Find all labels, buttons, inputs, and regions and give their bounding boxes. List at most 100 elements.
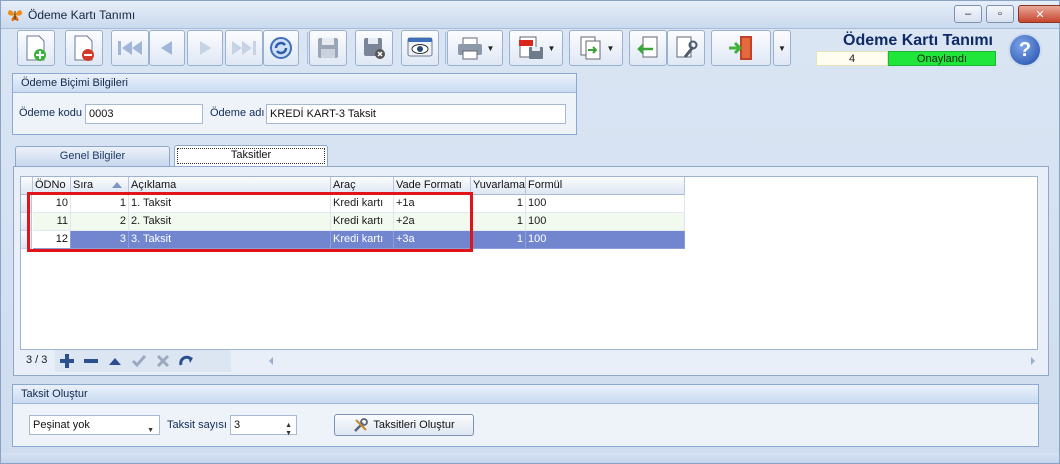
next-icon: [200, 41, 211, 55]
annotation-highlight-box: [27, 192, 473, 252]
prev-record-button[interactable]: [149, 30, 185, 66]
window-title: Ödeme Kartı Tanımı: [28, 8, 136, 22]
next-record-button[interactable]: [187, 30, 223, 66]
cancel-row-button[interactable]: [153, 352, 173, 370]
preview-button[interactable]: [401, 30, 439, 66]
column-header-sira-label: Sıra: [73, 179, 94, 191]
first-icon: [118, 41, 142, 55]
payment-name-label: Ödeme adı: [210, 107, 265, 119]
check-icon: [131, 355, 147, 368]
settings-button[interactable]: [667, 30, 705, 66]
record-position: 3 / 3: [26, 354, 48, 366]
cell-yuvarlama[interactable]: 1: [471, 195, 526, 213]
toolbar-separator: [307, 32, 308, 64]
add-icon: [60, 354, 74, 368]
scroll-right-icon: [1031, 357, 1035, 365]
payment-info-title: Ödeme Biçimi Bilgileri: [13, 74, 576, 93]
title-bar: Ödeme Kartı Tanımı – ▫ ✕: [1, 1, 1060, 29]
last-record-button[interactable]: [225, 30, 263, 66]
save-cancel-icon: [364, 38, 385, 59]
chevron-down-icon: ▼: [547, 43, 556, 53]
preview-icon: [407, 37, 433, 57]
doc-add-icon: [26, 35, 46, 61]
minimize-button[interactable]: –: [954, 5, 982, 23]
toolbar-separator: [445, 32, 446, 64]
first-record-button[interactable]: [111, 30, 149, 66]
down-payment-value: Peşinat yok: [33, 419, 90, 431]
up-icon: [109, 358, 121, 365]
payment-code-label: Ödeme kodu: [19, 107, 82, 119]
delete-record-button[interactable]: [65, 30, 103, 66]
confirm-row-button[interactable]: [129, 352, 149, 370]
close-button[interactable]: ✕: [1018, 5, 1060, 23]
record-count: 4: [816, 51, 888, 66]
refresh-button[interactable]: [263, 30, 299, 66]
cell-formul[interactable]: 100: [526, 213, 685, 231]
payment-name-input[interactable]: KREDİ KART-3 Taksit: [266, 104, 566, 124]
down-payment-select[interactable]: Peşinat yok ▼: [29, 415, 160, 435]
redo-button[interactable]: [177, 352, 197, 370]
sort-ascending-icon: [112, 182, 122, 188]
form-title: Ödeme Kartı Tanımı: [843, 32, 993, 49]
butterfly-icon: [8, 10, 22, 21]
import-icon: [637, 36, 658, 58]
chevron-down-icon: ▼: [486, 43, 495, 53]
cell-formul[interactable]: 100: [526, 195, 685, 213]
cell-formul[interactable]: 100: [526, 231, 685, 249]
cancel-save-button[interactable]: [355, 30, 393, 66]
create-installments-label: Taksitleri Oluştur: [373, 419, 455, 431]
installment-create-title: Taksit Oluştur: [13, 385, 1038, 404]
redo-icon: [179, 355, 193, 366]
pdf-icon: [518, 36, 543, 59]
scroll-left-icon: [269, 357, 273, 365]
save-icon: [318, 38, 338, 58]
last-icon: [232, 41, 256, 55]
exit-button[interactable]: [711, 30, 771, 66]
tools-icon: [354, 418, 369, 432]
create-installments-button[interactable]: Taksitleri Oluştur: [334, 414, 474, 436]
chevron-down-icon: ▼: [606, 43, 615, 53]
refresh-icon: [270, 37, 292, 59]
installment-create-group: Taksit Oluştur: [12, 384, 1039, 447]
help-button[interactable]: ?: [1008, 33, 1042, 67]
export-pdf-button[interactable]: ▼: [509, 30, 563, 66]
move-up-button[interactable]: [105, 352, 125, 370]
tab-general-info[interactable]: Genel Bilgiler: [15, 146, 170, 166]
application-window: Ödeme Kartı Tanımı – ▫ ✕ ▼ ▼ ▼ ▼ Ödeme K…: [0, 0, 1060, 464]
doc-remove-icon: [74, 35, 94, 61]
copy-doc-icon: [580, 36, 601, 60]
prev-icon: [161, 41, 172, 55]
grid-navigator: 3 / 3: [20, 350, 1038, 372]
column-header-formul[interactable]: Formül: [526, 177, 685, 195]
installment-count-value: 3: [234, 419, 241, 431]
navigator-buttons: [55, 350, 231, 372]
remove-icon: [84, 359, 98, 363]
cancel-icon: [156, 354, 170, 368]
help-icon: ?: [1018, 38, 1032, 61]
installment-count-stepper[interactable]: 3 ▲ ▼: [230, 415, 297, 437]
chevron-down-icon: ▼: [778, 43, 786, 53]
status-strip: [1, 453, 1059, 463]
chevron-down-icon: ▼: [147, 427, 154, 434]
exit-dropdown-button[interactable]: ▼: [773, 30, 791, 66]
remove-row-button[interactable]: [81, 352, 101, 370]
printer-icon: [457, 37, 482, 60]
maximize-button[interactable]: ▫: [986, 5, 1014, 23]
add-row-button[interactable]: [57, 352, 77, 370]
import-doc-button[interactable]: [629, 30, 667, 66]
wrench-icon: [676, 36, 698, 58]
installment-count-label: Taksit sayısı: [167, 419, 227, 431]
status-badge: Onaylandı: [888, 51, 996, 66]
exit-door-icon: [729, 36, 752, 60]
cell-yuvarlama[interactable]: 1: [471, 231, 526, 249]
save-button[interactable]: [309, 30, 347, 66]
tab-installments[interactable]: Taksitler: [174, 145, 328, 167]
horizontal-scrollbar[interactable]: [269, 354, 1038, 368]
new-record-button[interactable]: [17, 30, 55, 66]
payment-code-input[interactable]: 0003: [85, 104, 203, 124]
column-header-yuvarlama[interactable]: Yuvarlama: [471, 177, 526, 195]
cell-yuvarlama[interactable]: 1: [471, 213, 526, 231]
print-button[interactable]: ▼: [447, 30, 503, 66]
copy-doc-button[interactable]: ▼: [569, 30, 623, 66]
spin-down-icon[interactable]: ▼: [285, 425, 292, 443]
